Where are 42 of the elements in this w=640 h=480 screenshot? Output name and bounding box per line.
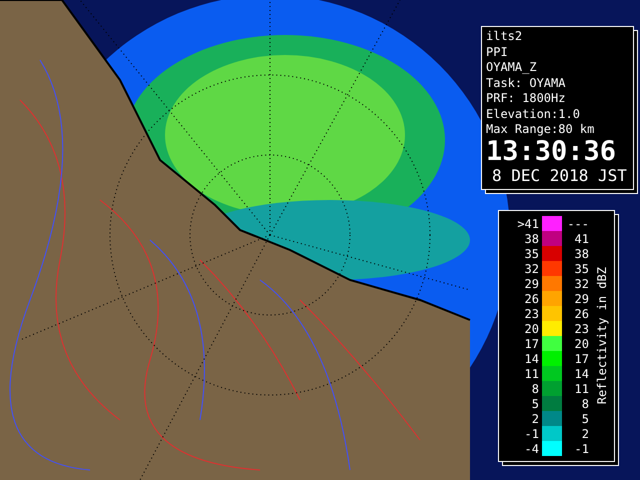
info-text: Task: OYAMA xyxy=(486,76,566,91)
legend-label: 35 xyxy=(574,262,589,276)
date-text: 8 DEC 2018 JST xyxy=(492,166,627,186)
legend-label: 2 xyxy=(580,426,589,440)
legend-label: 8 xyxy=(530,382,539,396)
legend-label: 20 xyxy=(524,322,539,336)
legend-label: 29 xyxy=(574,292,589,306)
legend-title: Reflectivity in dBZ xyxy=(594,267,608,405)
legend-label: 20 xyxy=(574,336,589,350)
legend-label: 32 xyxy=(574,276,589,290)
legend-label: 14 xyxy=(574,366,589,380)
info-text: ilts2 xyxy=(486,29,524,44)
legend-label: --- xyxy=(566,216,589,230)
legend-label: 26 xyxy=(574,306,589,320)
time-text: 13:30:36 xyxy=(486,138,618,166)
legend-label: >41 xyxy=(516,216,539,230)
legend-label: 5 xyxy=(580,412,589,426)
legend-label: -4 xyxy=(524,442,539,456)
legend-label: -1 xyxy=(574,442,589,456)
legend-label: 29 xyxy=(524,276,539,290)
legend-label: 2 xyxy=(530,412,539,426)
info-text: Max Range:80 km xyxy=(486,122,596,138)
legend-label: 23 xyxy=(574,322,589,336)
legend-label: 17 xyxy=(574,352,589,366)
info-text: OYAMA_Z xyxy=(486,60,538,76)
legend-label: -1 xyxy=(524,426,539,440)
info-text: Elevation:1.0 xyxy=(486,106,581,122)
legend-label: 14 xyxy=(524,352,539,366)
legend-label: 17 xyxy=(524,336,539,350)
legend-label: 11 xyxy=(574,382,589,396)
legend-label: 23 xyxy=(524,306,539,320)
legend-label: 26 xyxy=(524,292,539,306)
legend-label: 5 xyxy=(530,396,539,410)
info-text: PPI xyxy=(486,44,509,60)
legend-label: 11 xyxy=(524,366,539,380)
legend-label: 32 xyxy=(524,262,539,276)
legend-label: 41 xyxy=(574,232,589,246)
info-text: PRF: 1800Hz xyxy=(486,91,566,106)
legend-label: 35 xyxy=(524,246,539,260)
legend-label: 38 xyxy=(524,232,539,246)
legend-label: 8 xyxy=(580,396,589,410)
legend-label: 38 xyxy=(574,246,589,260)
